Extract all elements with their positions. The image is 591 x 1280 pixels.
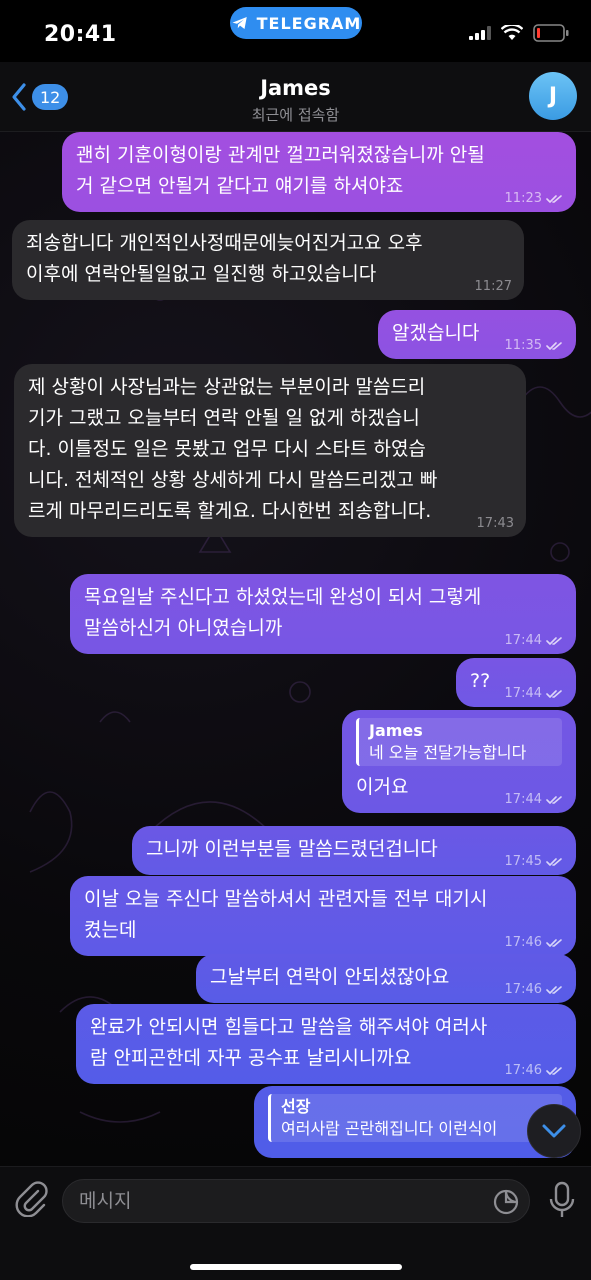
input-bar [0,1166,591,1280]
incoming-message[interactable]: 죄송합니다 개인적인사정때문에늦어진거고요 오후 이후에 연락안될일없고 일진행… [12,220,524,300]
read-checks-icon [546,858,562,866]
message-time: 11:23 [504,191,542,206]
message-text: 완료가 안되시면 힘들다고 말씀을 해주셔야 여러사람 안피곤한데 자꾸 공수표… [90,1016,488,1069]
outgoing-message[interactable]: James 네 오늘 전달가능합니다 이거요 17:44 [342,710,576,813]
battery-icon [533,24,569,42]
message-input[interactable] [79,1180,479,1222]
chat-subtitle: 최근에 접속함 [251,106,340,124]
message-meta: 17:45 [505,855,564,869]
microphone-button[interactable] [549,1181,575,1223]
read-checks-icon [546,690,562,698]
chat-title[interactable]: James [0,76,591,100]
outgoing-message[interactable]: 이날 오늘 주신다 말씀하셔서 관련자들 전부 대기시켰는데 17:46 [70,876,576,956]
telegram-icon [232,17,247,29]
message-time: 17:46 [504,1063,542,1078]
outgoing-message[interactable]: 알겠습니다 11:35 [378,310,576,359]
outgoing-message[interactable]: 그니까 이런부분들 말씀드렸던겁니다 17:45 [132,826,576,875]
reply-quote-text: 네 오늘 전달가능합니다 [369,743,527,762]
message-meta: 11:27 [475,280,512,294]
message-meta: 17:43 [477,517,514,531]
message-meta: 11:35 [505,339,564,353]
message-text: 목요일날 주신다고 하셨었는데 완성이 되서 그렇게 말씀하신거 아니였습니까 [84,586,488,639]
telegram-pill[interactable]: TELEGRAM [230,7,362,39]
message-meta: 17:44 [505,634,564,648]
message-meta: 17:46 [505,983,564,997]
scroll-down-button[interactable] [527,1104,581,1158]
message-meta: 11:23 [505,192,564,206]
microphone-icon [549,1181,575,1217]
message-time: 17:46 [504,935,542,950]
paperclip-icon [15,1181,48,1218]
status-bar: 20:41 TELEGRAM [0,0,591,62]
sticker-button[interactable] [493,1189,519,1219]
message-time: 17:44 [504,792,542,807]
message-meta: 17:46 [505,936,564,950]
reply-quote-author: 선장 [281,1097,311,1116]
chat-header: 12 James 최근에 접속함 J [0,62,591,132]
message-meta: 17:44 [505,793,564,807]
read-checks-icon [546,637,562,645]
read-checks-icon [546,986,562,994]
attach-button[interactable] [14,1181,48,1221]
outgoing-message[interactable]: 완료가 안되시면 힘들다고 말씀을 해주셔야 여러사람 안피곤한데 자꾸 공수표… [76,1004,576,1084]
message-meta: 17:46 [505,1064,564,1078]
reply-quote-text: 여러사람 곤란해집니다 이런식이 [281,1119,498,1138]
sticker-icon [493,1189,519,1215]
telegram-pill-label: TELEGRAM [256,13,362,33]
message-meta: 17:44 [505,687,564,701]
avatar[interactable]: J [529,72,577,120]
avatar-letter: J [548,83,558,109]
home-indicator[interactable] [190,1264,402,1270]
incoming-message[interactable]: 제 상황이 사장님과는 상관없는 부분이라 말씀드리기가 그랬고 오늘부터 연락… [14,364,526,537]
message-time: 11:27 [474,279,512,294]
read-checks-icon [546,1067,562,1075]
status-icons [469,24,569,42]
reply-quote-author: James [369,721,423,740]
message-text: 그니까 이런부분들 말씀드렸던겁니다 [146,838,438,860]
message-text: 제 상황이 사장님과는 상관없는 부분이라 말씀드리기가 그랬고 오늘부터 연락… [28,376,438,522]
outgoing-message[interactable]: 목요일날 주신다고 하셨었는데 완성이 되서 그렇게 말씀하신거 아니였습니까 1… [70,574,576,654]
read-checks-icon [546,195,562,203]
chevron-down-icon [542,1124,566,1138]
read-checks-icon [546,342,562,350]
status-time: 20:41 [44,22,117,47]
message-time: 17:46 [504,982,542,997]
message-time: 17:43 [476,516,514,531]
message-text: 죄송합니다 개인적인사정때문에늦어진거고요 오후 이후에 연락안될일없고 일진행… [26,232,429,285]
outgoing-message[interactable]: ?? 17:44 [456,658,576,707]
outgoing-message[interactable]: 괜히 기훈이형이랑 관계만 껄끄러워졌잖습니까 안될거 같으면 안될거 같다고 … [62,132,576,212]
reply-quote[interactable]: 선장여러사람 곤란해집니다 이런식이 [268,1094,562,1142]
message-field[interactable] [62,1179,530,1223]
outgoing-message[interactable]: 그날부터 연락이 안되셨잖아요 17:46 [196,954,576,1003]
message-text: 괜히 기훈이형이랑 관계만 껄끄러워졌잖습니까 안될거 같으면 안될거 같다고 … [76,144,485,197]
message-time: 17:44 [504,686,542,701]
wifi-icon [501,25,523,40]
message-time: 17:44 [504,633,542,648]
message-time: 11:35 [504,338,542,353]
message-time: 17:45 [504,854,542,869]
message-text: 이날 오늘 주신다 말씀하셔서 관련자들 전부 대기시켰는데 [84,888,488,941]
read-checks-icon [546,796,562,804]
read-checks-icon [546,939,562,947]
reply-quote[interactable]: James 네 오늘 전달가능합니다 [356,718,562,766]
chat-area[interactable]: 괜히 기훈이형이랑 관계만 껄끄러워졌잖습니까 안될거 같으면 안될거 같다고 … [0,132,591,1166]
signal-icon [469,26,491,40]
